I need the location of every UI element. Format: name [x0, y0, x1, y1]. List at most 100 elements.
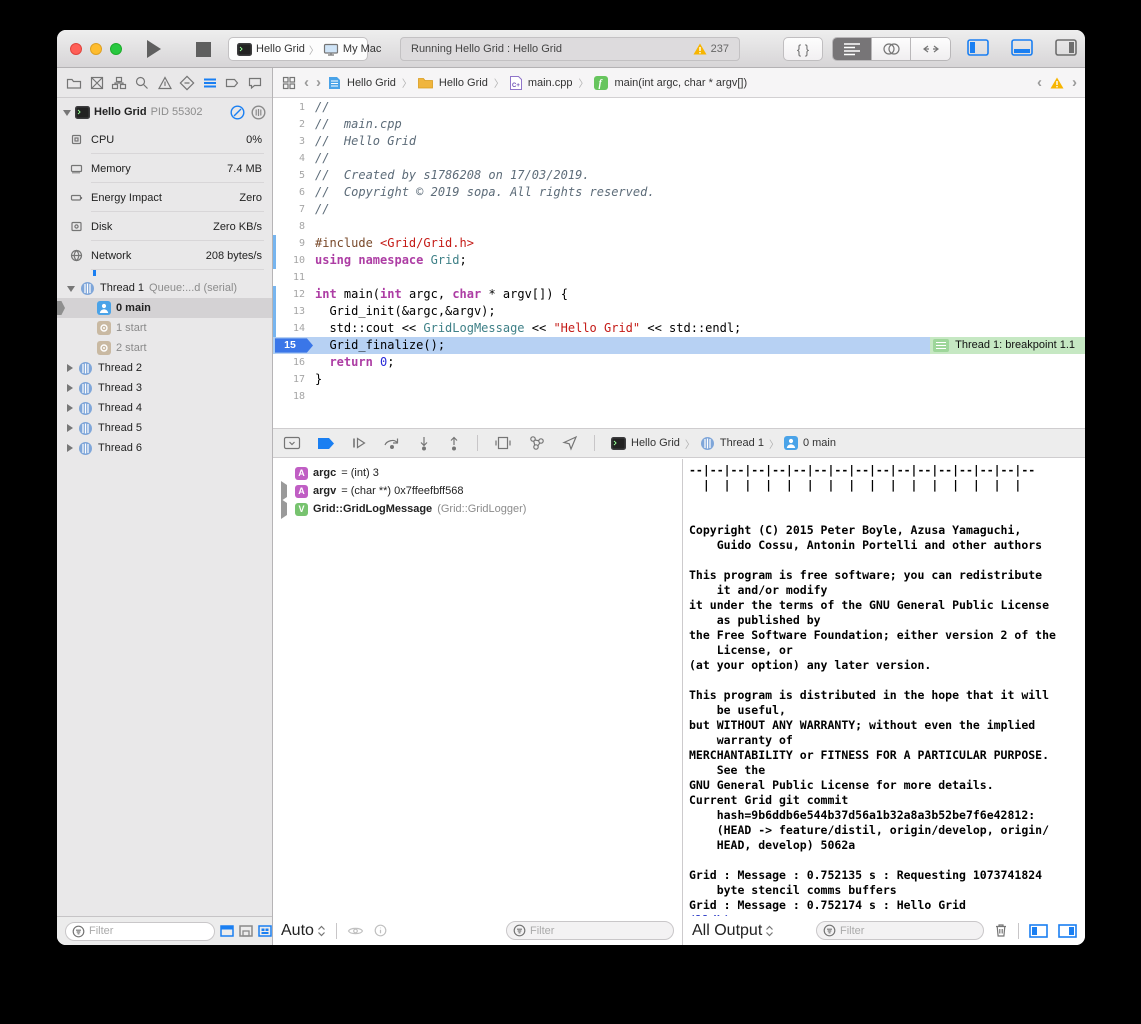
console-output-popup[interactable]: All Output: [692, 922, 774, 940]
breakpoint-badge[interactable]: 15: [275, 337, 313, 354]
breadcrumb-item[interactable]: main.cpp: [528, 77, 573, 89]
code-line[interactable]: 17}: [273, 371, 1085, 388]
process-row[interactable]: Hello GridPID 55302: [57, 99, 272, 125]
code-line[interactable]: 2// main.cpp: [273, 116, 1085, 133]
code-line[interactable]: 15 Grid_finalize();Thread 1: breakpoint …: [273, 337, 1085, 354]
gauge-row-energy-impact[interactable]: Energy ImpactZero: [57, 183, 272, 212]
breakpoints-toggle-button[interactable]: [317, 437, 335, 450]
close-window-button[interactable]: [70, 43, 82, 55]
variable-row[interactable]: VGrid::GridLogMessage(Grid::GridLogger): [273, 500, 682, 518]
gauge-row-memory[interactable]: Memory7.4 MB: [57, 154, 272, 183]
gauge-row-disk[interactable]: DiskZero KB/s: [57, 212, 272, 241]
breadcrumb-item[interactable]: main(int argc, char * argv[]): [614, 77, 747, 89]
breadcrumb-item[interactable]: Hello Grid: [347, 77, 396, 89]
thread-row[interactable]: Thread 3: [57, 378, 272, 398]
variables-filter-input[interactable]: [530, 925, 667, 937]
variables-filter-field[interactable]: [506, 921, 674, 940]
activity-viewer[interactable]: Running Hello Grid : Hello Grid 237: [400, 37, 740, 61]
disclosure-triangle-icon[interactable]: [63, 110, 71, 116]
thread-row[interactable]: Thread 2: [57, 358, 272, 378]
library-button[interactable]: { }: [783, 37, 823, 61]
disclosure-triangle-icon[interactable]: [67, 424, 73, 432]
code-line[interactable]: 18: [273, 388, 1085, 405]
navigator-tab-debug-navigator-icon[interactable]: [202, 75, 218, 91]
disclosure-triangle-icon[interactable]: [281, 485, 290, 497]
next-issue-button[interactable]: ›: [1072, 75, 1077, 90]
standard-editor-button[interactable]: [833, 38, 872, 60]
stack-frame-row[interactable]: 0 main: [57, 298, 272, 318]
thread-row[interactable]: Thread 1Queue:...d (serial): [57, 278, 272, 298]
navigator-tab-breakpoint-navigator-icon[interactable]: [224, 75, 240, 91]
go-forward-button[interactable]: ›: [316, 75, 321, 90]
stop-button[interactable]: [189, 37, 217, 61]
step-out-button[interactable]: [447, 436, 461, 451]
code-line[interactable]: 14 std::cout << GridLogMessage << "Hello…: [273, 320, 1085, 337]
memory-graph-button[interactable]: [528, 435, 546, 451]
thread-row[interactable]: Thread 6: [57, 438, 272, 458]
gauge-row-network[interactable]: Network208 bytes/s: [57, 241, 272, 270]
navigator-tab-source-control-navigator-icon[interactable]: [89, 75, 105, 91]
navigator-filter-field[interactable]: [65, 922, 215, 941]
navigator-panel-toggle[interactable]: [967, 39, 989, 56]
console-output[interactable]: --|--|--|--|--|--|--|--|--|--|--|--|--|-…: [684, 459, 1085, 916]
navigator-tab-issue-navigator-icon[interactable]: [157, 75, 173, 91]
debug-crumb-label[interactable]: 0 main: [803, 437, 836, 449]
pause-process-icon[interactable]: [230, 105, 245, 120]
code-line[interactable]: 11: [273, 269, 1085, 286]
go-back-button[interactable]: ‹: [304, 75, 309, 90]
warning-count-badge[interactable]: 237: [693, 43, 729, 55]
run-button[interactable]: [140, 37, 168, 61]
thread-row[interactable]: Thread 5: [57, 418, 272, 438]
disclosure-triangle-icon[interactable]: [67, 444, 73, 452]
related-items-icon[interactable]: [281, 75, 297, 91]
version-editor-button[interactable]: [911, 38, 950, 60]
code-line[interactable]: 1//: [273, 99, 1085, 116]
code-line[interactable]: 6// Copyright © 2019 sopa. All rights re…: [273, 184, 1085, 201]
previous-issue-button[interactable]: ‹: [1037, 75, 1042, 90]
stack-frame-row[interactable]: 1 start: [57, 318, 272, 338]
view-process-icon[interactable]: [251, 105, 266, 120]
stack-frame-row[interactable]: 2 start: [57, 338, 272, 358]
scheme-selector[interactable]: Hello Grid 〉 My Mac: [228, 37, 368, 61]
step-over-button[interactable]: [383, 436, 401, 450]
navigator-tab-symbol-navigator-icon[interactable]: [111, 75, 127, 91]
view-hierarchy-button[interactable]: [494, 435, 512, 451]
variable-row[interactable]: Aargc= (int) 3: [273, 464, 682, 482]
code-line[interactable]: 16 return 0;: [273, 354, 1085, 371]
trash-icon[interactable]: [994, 923, 1008, 938]
code-line[interactable]: 12int main(int argc, char * argv[]) {: [273, 286, 1085, 303]
code-line[interactable]: 8: [273, 218, 1085, 235]
navigator-tab-report-navigator-icon[interactable]: [247, 75, 263, 91]
code-line[interactable]: 9#include <Grid/Grid.h>: [273, 235, 1085, 252]
breakpoint-annotation[interactable]: Thread 1: breakpoint 1.1: [930, 337, 1085, 354]
disclosure-triangle-icon[interactable]: [67, 404, 73, 412]
navigator-tab-project-navigator-icon[interactable]: [66, 75, 82, 91]
variables-scope-popup[interactable]: Auto: [281, 922, 326, 940]
thread-row[interactable]: Thread 4: [57, 398, 272, 418]
navigator-filter-input[interactable]: [89, 925, 208, 937]
gauge-row-cpu[interactable]: CPU0%: [57, 125, 272, 154]
minimize-window-button[interactable]: [90, 43, 102, 55]
code-line[interactable]: 4//: [273, 150, 1085, 167]
code-line[interactable]: 13 Grid_init(&argc,&argv);: [273, 303, 1085, 320]
ui-filter-toggle[interactable]: [258, 925, 272, 937]
navigator-tab-test-navigator-icon[interactable]: [179, 75, 195, 91]
navigator-tab-find-navigator-icon[interactable]: [134, 75, 150, 91]
quicklook-eye-icon[interactable]: [347, 925, 364, 937]
info-icon[interactable]: [374, 924, 387, 937]
debug-panel-toggle[interactable]: [1011, 39, 1033, 56]
disclosure-triangle-icon[interactable]: [67, 286, 75, 292]
stack-filter-toggle[interactable]: [239, 925, 253, 937]
assistant-editor-button[interactable]: [872, 38, 911, 60]
console-filter-input[interactable]: [840, 925, 977, 937]
source-editor[interactable]: 1//2// main.cpp3// Hello Grid4//5// Crea…: [273, 99, 1085, 428]
console-filter-field[interactable]: [816, 921, 984, 940]
variables-pane-toggle[interactable]: [1029, 924, 1048, 938]
simulate-location-button[interactable]: [562, 435, 578, 451]
debug-crumb-label[interactable]: Thread 1: [720, 437, 764, 449]
inspector-panel-toggle[interactable]: [1055, 39, 1077, 56]
debug-crumb-label[interactable]: Hello Grid: [631, 437, 680, 449]
disclosure-triangle-icon[interactable]: [67, 384, 73, 392]
code-line[interactable]: 5// Created by s1786208 on 17/03/2019.: [273, 167, 1085, 184]
step-into-button[interactable]: [417, 436, 431, 451]
